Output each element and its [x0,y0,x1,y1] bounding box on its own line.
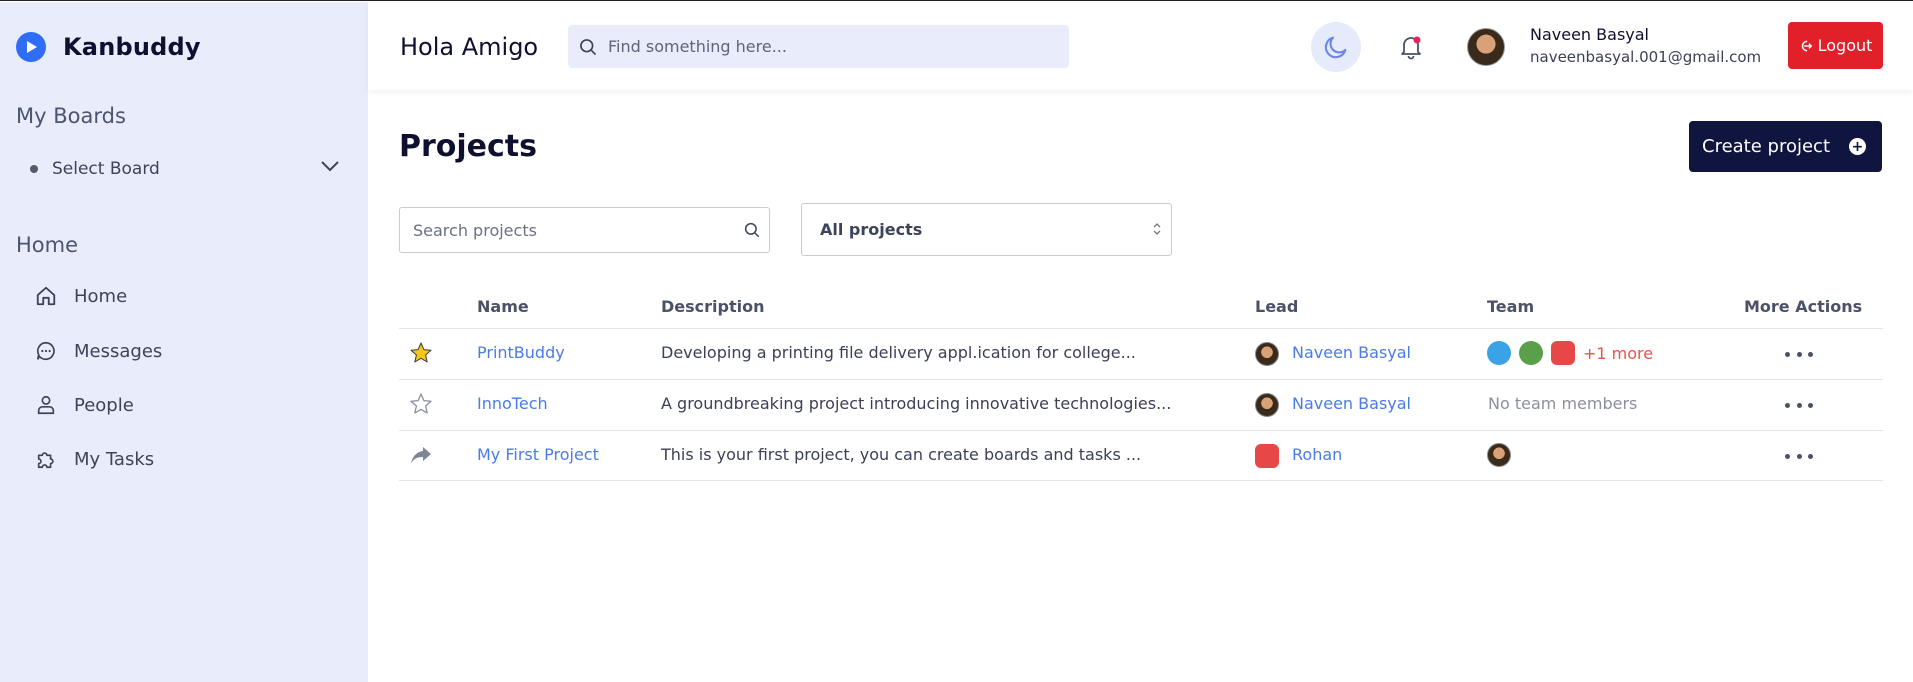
chevron-down-icon [321,161,339,172]
project-search-input[interactable] [413,220,733,240]
project-name-link[interactable]: My First Project [477,445,599,464]
team-member-avatar[interactable] [1551,341,1575,365]
create-project-label: Create project [1702,136,1831,157]
moon-icon [1324,36,1347,59]
logout-label: Logout [1817,36,1873,55]
sidebar-item-label: Home [74,285,128,307]
team-avatars [1487,443,1519,467]
sidebar-item-messages[interactable]: Messages [34,336,334,366]
bell-icon [1401,36,1421,60]
team-member-avatar[interactable] [1487,341,1511,365]
lead-avatar [1255,342,1279,366]
sidebar-item-label: My Tasks [74,448,155,470]
create-project-button[interactable]: Create project + [1689,121,1882,172]
page-title: Projects [399,129,538,164]
team-avatars: +1 more [1487,341,1653,365]
logout-button[interactable]: Logout [1788,22,1883,69]
column-header-team: Team [1487,297,1535,316]
project-description: This is your first project, you can crea… [661,445,1142,464]
lead-avatar [1255,393,1279,417]
star-filled-icon[interactable] [409,341,433,365]
search-icon [744,222,760,238]
lead-name-link[interactable]: Rohan [1292,445,1342,464]
user-email: naveenbasyal.001@gmail.com [1530,48,1762,66]
logout-icon [1801,40,1812,51]
lead-avatar [1255,444,1279,468]
team-member-avatar[interactable] [1519,341,1543,365]
table-row: My First Project This is your first proj… [399,430,1883,481]
column-header-description: Description [661,297,765,316]
top-header: Hola Amigo Naveen Basyal naveenbasyal.00… [368,2,1913,90]
global-search-input[interactable] [608,37,1028,56]
project-name-link[interactable]: PrintBuddy [477,343,565,362]
project-description: A groundbreaking project introducing inn… [661,394,1172,413]
share-arrow-icon[interactable] [409,443,433,467]
project-name-link[interactable]: InnoTech [477,394,548,413]
brand-name: Kanbuddy [63,33,201,61]
column-header-name[interactable]: Name [477,297,529,316]
lead-name-link[interactable]: Naveen Basyal [1292,343,1411,362]
table-row: PrintBuddy Developing a printing file de… [399,328,1883,379]
column-header-lead: Lead [1255,297,1299,316]
project-filter-select[interactable]: All projects [801,203,1172,256]
more-actions-icon[interactable] [1785,398,1813,412]
more-actions-icon[interactable] [1785,347,1813,361]
user-name: Naveen Basyal [1530,25,1649,44]
sort-arrows-icon [1153,223,1161,235]
sidebar-item-home[interactable]: Home [34,281,334,311]
column-header-more-actions: More Actions [1744,297,1863,316]
global-search[interactable] [568,25,1069,68]
table-row: InnoTech A groundbreaking project introd… [399,379,1883,430]
sidebar-item-my-tasks[interactable]: My Tasks [34,444,334,474]
chat-icon [34,339,58,363]
notifications-button[interactable] [1396,32,1426,62]
home-icon [34,284,58,308]
play-logo-icon [16,32,46,62]
puzzle-icon [34,447,58,471]
project-filter-value: All projects [820,220,923,239]
bullet-icon [30,165,38,173]
greeting: Hola Amigo [400,33,539,61]
sidebar: Kanbuddy My Boards Select Board Home Hom… [0,2,368,682]
more-actions-icon[interactable] [1785,449,1813,463]
star-outline-icon[interactable] [409,392,433,416]
no-team-text: No team members [1488,394,1638,413]
sidebar-item-label: People [74,394,134,416]
theme-toggle-button[interactable] [1311,22,1361,72]
select-board-dropdown[interactable]: Select Board [30,156,340,182]
sidebar-item-people[interactable]: People [34,390,334,420]
team-more-link[interactable]: +1 more [1583,344,1653,363]
user-avatar[interactable] [1467,28,1505,66]
my-boards-title: My Boards [16,104,126,128]
brand[interactable]: Kanbuddy [16,32,201,62]
plus-circle-icon: + [1849,138,1866,155]
search-icon [580,38,597,55]
lead-name-link[interactable]: Naveen Basyal [1292,394,1411,413]
project-search[interactable] [399,207,770,253]
people-icon [34,393,58,417]
sidebar-item-label: Messages [74,340,163,362]
project-description: Developing a printing file delivery appl… [661,343,1136,362]
team-member-avatar[interactable] [1487,443,1511,467]
home-section-title: Home [16,233,79,257]
select-board-label: Select Board [52,159,160,179]
